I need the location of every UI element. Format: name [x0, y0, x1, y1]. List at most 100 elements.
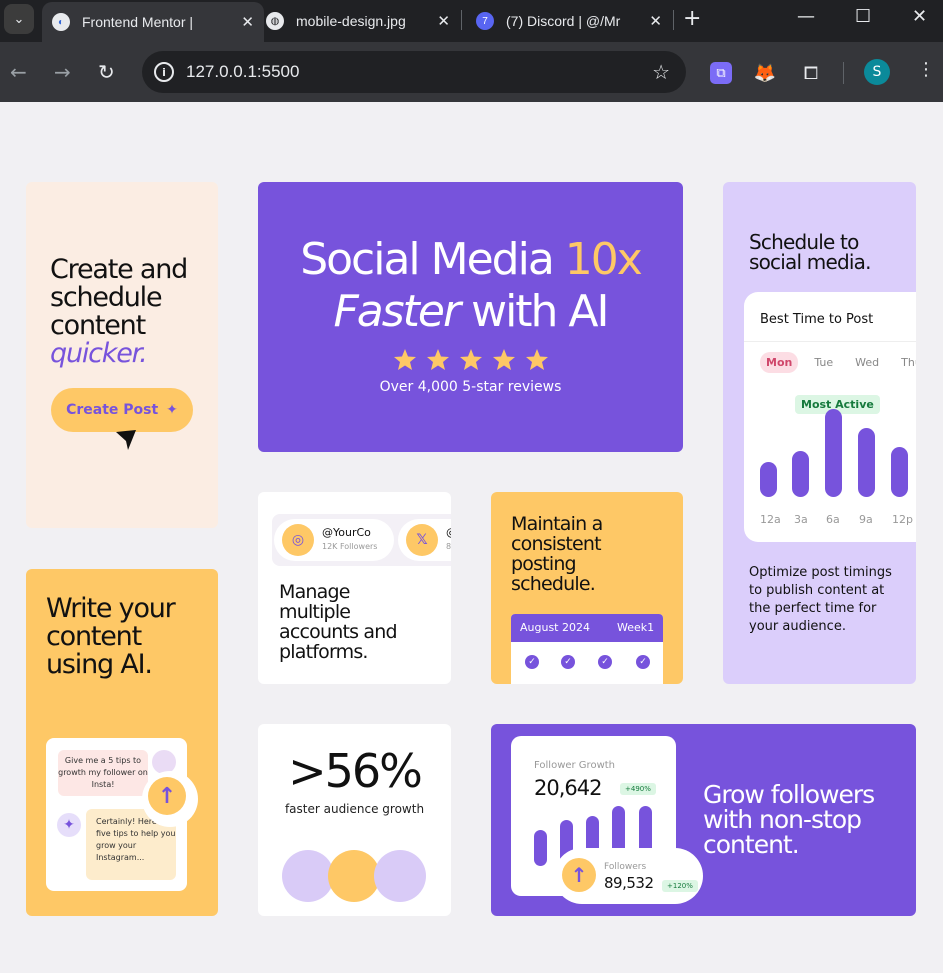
back-arrow-icon[interactable]: ←	[10, 60, 27, 84]
check-icon: ✓	[525, 655, 539, 669]
frontend-mentor-favicon-icon: ◐	[52, 13, 70, 31]
tab-search-button[interactable]: ⌄	[4, 4, 34, 34]
activity-bar	[792, 451, 809, 497]
reload-icon[interactable]: ↻	[98, 60, 115, 84]
profile-avatar[interactable]: S	[864, 59, 890, 85]
account-chip: ◎ @YourCo 12K Followers	[274, 519, 394, 561]
heading-line: with non-stop	[703, 805, 862, 834]
create-post-button[interactable]: Create Post ✦	[51, 388, 193, 432]
heading-line: content	[46, 621, 142, 652]
followers-box: ↑ Followers 89,532 +120%	[554, 848, 703, 904]
heading-line: Maintain a	[511, 513, 603, 535]
followers-change-badge: +120%	[662, 880, 698, 892]
activity-bar	[760, 462, 777, 497]
user-avatar	[282, 850, 334, 902]
tab-mobile-design[interactable]: ◍ mobile-design.jpg ✕	[254, 0, 460, 42]
day-thu[interactable]: Thu	[895, 352, 916, 373]
user-prompt-bubble: Give me a 5 tips to growth my follower o…	[58, 750, 148, 796]
hero-text: Social Media	[300, 234, 565, 285]
check-icon: ✓	[636, 655, 650, 669]
consistent-heading: Maintain a consistent posting schedule.	[511, 513, 603, 594]
close-tab-icon[interactable]: ✕	[437, 12, 450, 30]
tab-title: Frontend Mentor |	[82, 14, 194, 30]
account-followers: 12K Followers	[322, 542, 378, 551]
growth-bar	[534, 830, 547, 866]
address-bar[interactable]: i 127.0.0.1:5500 ☆	[142, 51, 686, 93]
sparkle-icon: ✦	[166, 402, 178, 418]
cursor-arrow-icon	[116, 430, 136, 450]
tab-separator	[461, 10, 462, 30]
forward-arrow-icon[interactable]: →	[54, 60, 71, 84]
hero-text: with AI	[459, 286, 609, 337]
calendar-preview: August 2024 Week1 ✓ ✓ ✓ ✓	[511, 614, 663, 684]
reviews-text: Over 4,000 5-star reviews	[379, 379, 562, 395]
heading-line: Grow followers	[703, 780, 875, 809]
hero-title-line1: Social Media 10x	[258, 234, 683, 285]
tab-bar: ⌄ ◐ Frontend Mentor | ✕ ◍ mobile-design.…	[0, 0, 943, 42]
best-time-title: Best Time to Post	[760, 312, 874, 327]
heading-line: Write your	[46, 593, 176, 624]
heading-line: multiple	[279, 601, 351, 623]
heading-line: using AI.	[46, 649, 153, 680]
heading-highlight: quicker.	[50, 338, 148, 369]
time-tick: 12p	[892, 513, 913, 526]
activity-bar	[858, 428, 875, 497]
ai-content-card: Write your content using AI. Give me a 5…	[26, 569, 218, 916]
grow-followers-card: Follower Growth 20,642 +490% ↑ Followers…	[491, 724, 916, 916]
hero-card: Social Media 10x Faster with AI Over 4,0…	[258, 182, 683, 452]
account-name: @YourCo	[322, 526, 371, 539]
star-icon	[393, 349, 416, 370]
heading-line: Schedule to	[749, 230, 859, 254]
minimize-icon[interactable]: —	[797, 6, 815, 27]
hero-accent: 10x	[564, 234, 643, 285]
close-tab-icon[interactable]: ✕	[241, 13, 254, 31]
heading-line: consistent	[511, 533, 602, 555]
hero-title-line2: Faster with AI	[258, 286, 683, 337]
metamask-fox-icon[interactable]: 🦊	[754, 62, 776, 84]
growth-subtitle: faster audience growth	[284, 802, 425, 816]
star-icon	[426, 349, 449, 370]
activity-bar	[891, 447, 908, 497]
heading-line: Manage	[279, 581, 350, 603]
translate-extension-icon[interactable]: ⧉	[710, 62, 732, 84]
schedule-description: Optimize post timings to publish content…	[749, 565, 892, 634]
instagram-icon: ◎	[282, 524, 314, 556]
day-tue[interactable]: Tue	[808, 352, 839, 373]
check-icon: ✓	[598, 655, 612, 669]
day-mon[interactable]: Mon	[760, 352, 799, 373]
maximize-icon[interactable]: ☐	[855, 6, 871, 27]
close-window-icon[interactable]: ✕	[912, 6, 927, 27]
create-post-label: Create Post	[66, 402, 159, 418]
new-tab-icon[interactable]: +	[683, 6, 701, 31]
divider	[744, 341, 916, 342]
follower-growth-value: 20,642	[534, 776, 602, 800]
extensions-puzzle-icon[interactable]: ⧠	[800, 62, 822, 84]
activity-bars	[760, 409, 916, 497]
activity-bar	[825, 409, 842, 497]
day-selector: Mon Tue Wed Thu	[760, 352, 916, 373]
bookmark-star-icon[interactable]: ☆	[652, 60, 670, 84]
time-tick: 3a	[794, 513, 808, 526]
followers-label: Followers	[604, 862, 647, 872]
heading-line: Create and	[50, 254, 188, 285]
day-wed[interactable]: Wed	[849, 352, 885, 373]
check-icon: ✓	[561, 655, 575, 669]
create-content-heading: Create and schedule content quicker.	[50, 256, 218, 368]
discord-icon: 7	[476, 12, 494, 30]
menu-kebab-icon[interactable]: ⋮	[917, 59, 935, 80]
schedule-card: Schedule to social media. Best Time to P…	[723, 182, 916, 684]
url-text[interactable]: 127.0.0.1:5500	[186, 62, 299, 82]
close-tab-icon[interactable]: ✕	[649, 12, 662, 30]
send-button[interactable]: ↑	[142, 771, 198, 827]
heading-line: platforms.	[279, 641, 368, 663]
user-avatar	[328, 850, 380, 902]
account-chip: 𝕏 @ 8	[398, 519, 451, 561]
growth-change-badge: +490%	[620, 783, 656, 795]
tab-discord[interactable]: 7 (7) Discord | @/Mr ✕	[464, 0, 672, 42]
tab-separator	[673, 10, 674, 30]
toolbar-separator	[843, 62, 844, 84]
site-info-icon[interactable]: i	[154, 62, 174, 82]
x-twitter-icon: 𝕏	[406, 524, 438, 556]
heading-line: posting	[511, 553, 577, 575]
tab-frontend-mentor[interactable]: ◐ Frontend Mentor | ✕	[42, 2, 264, 42]
